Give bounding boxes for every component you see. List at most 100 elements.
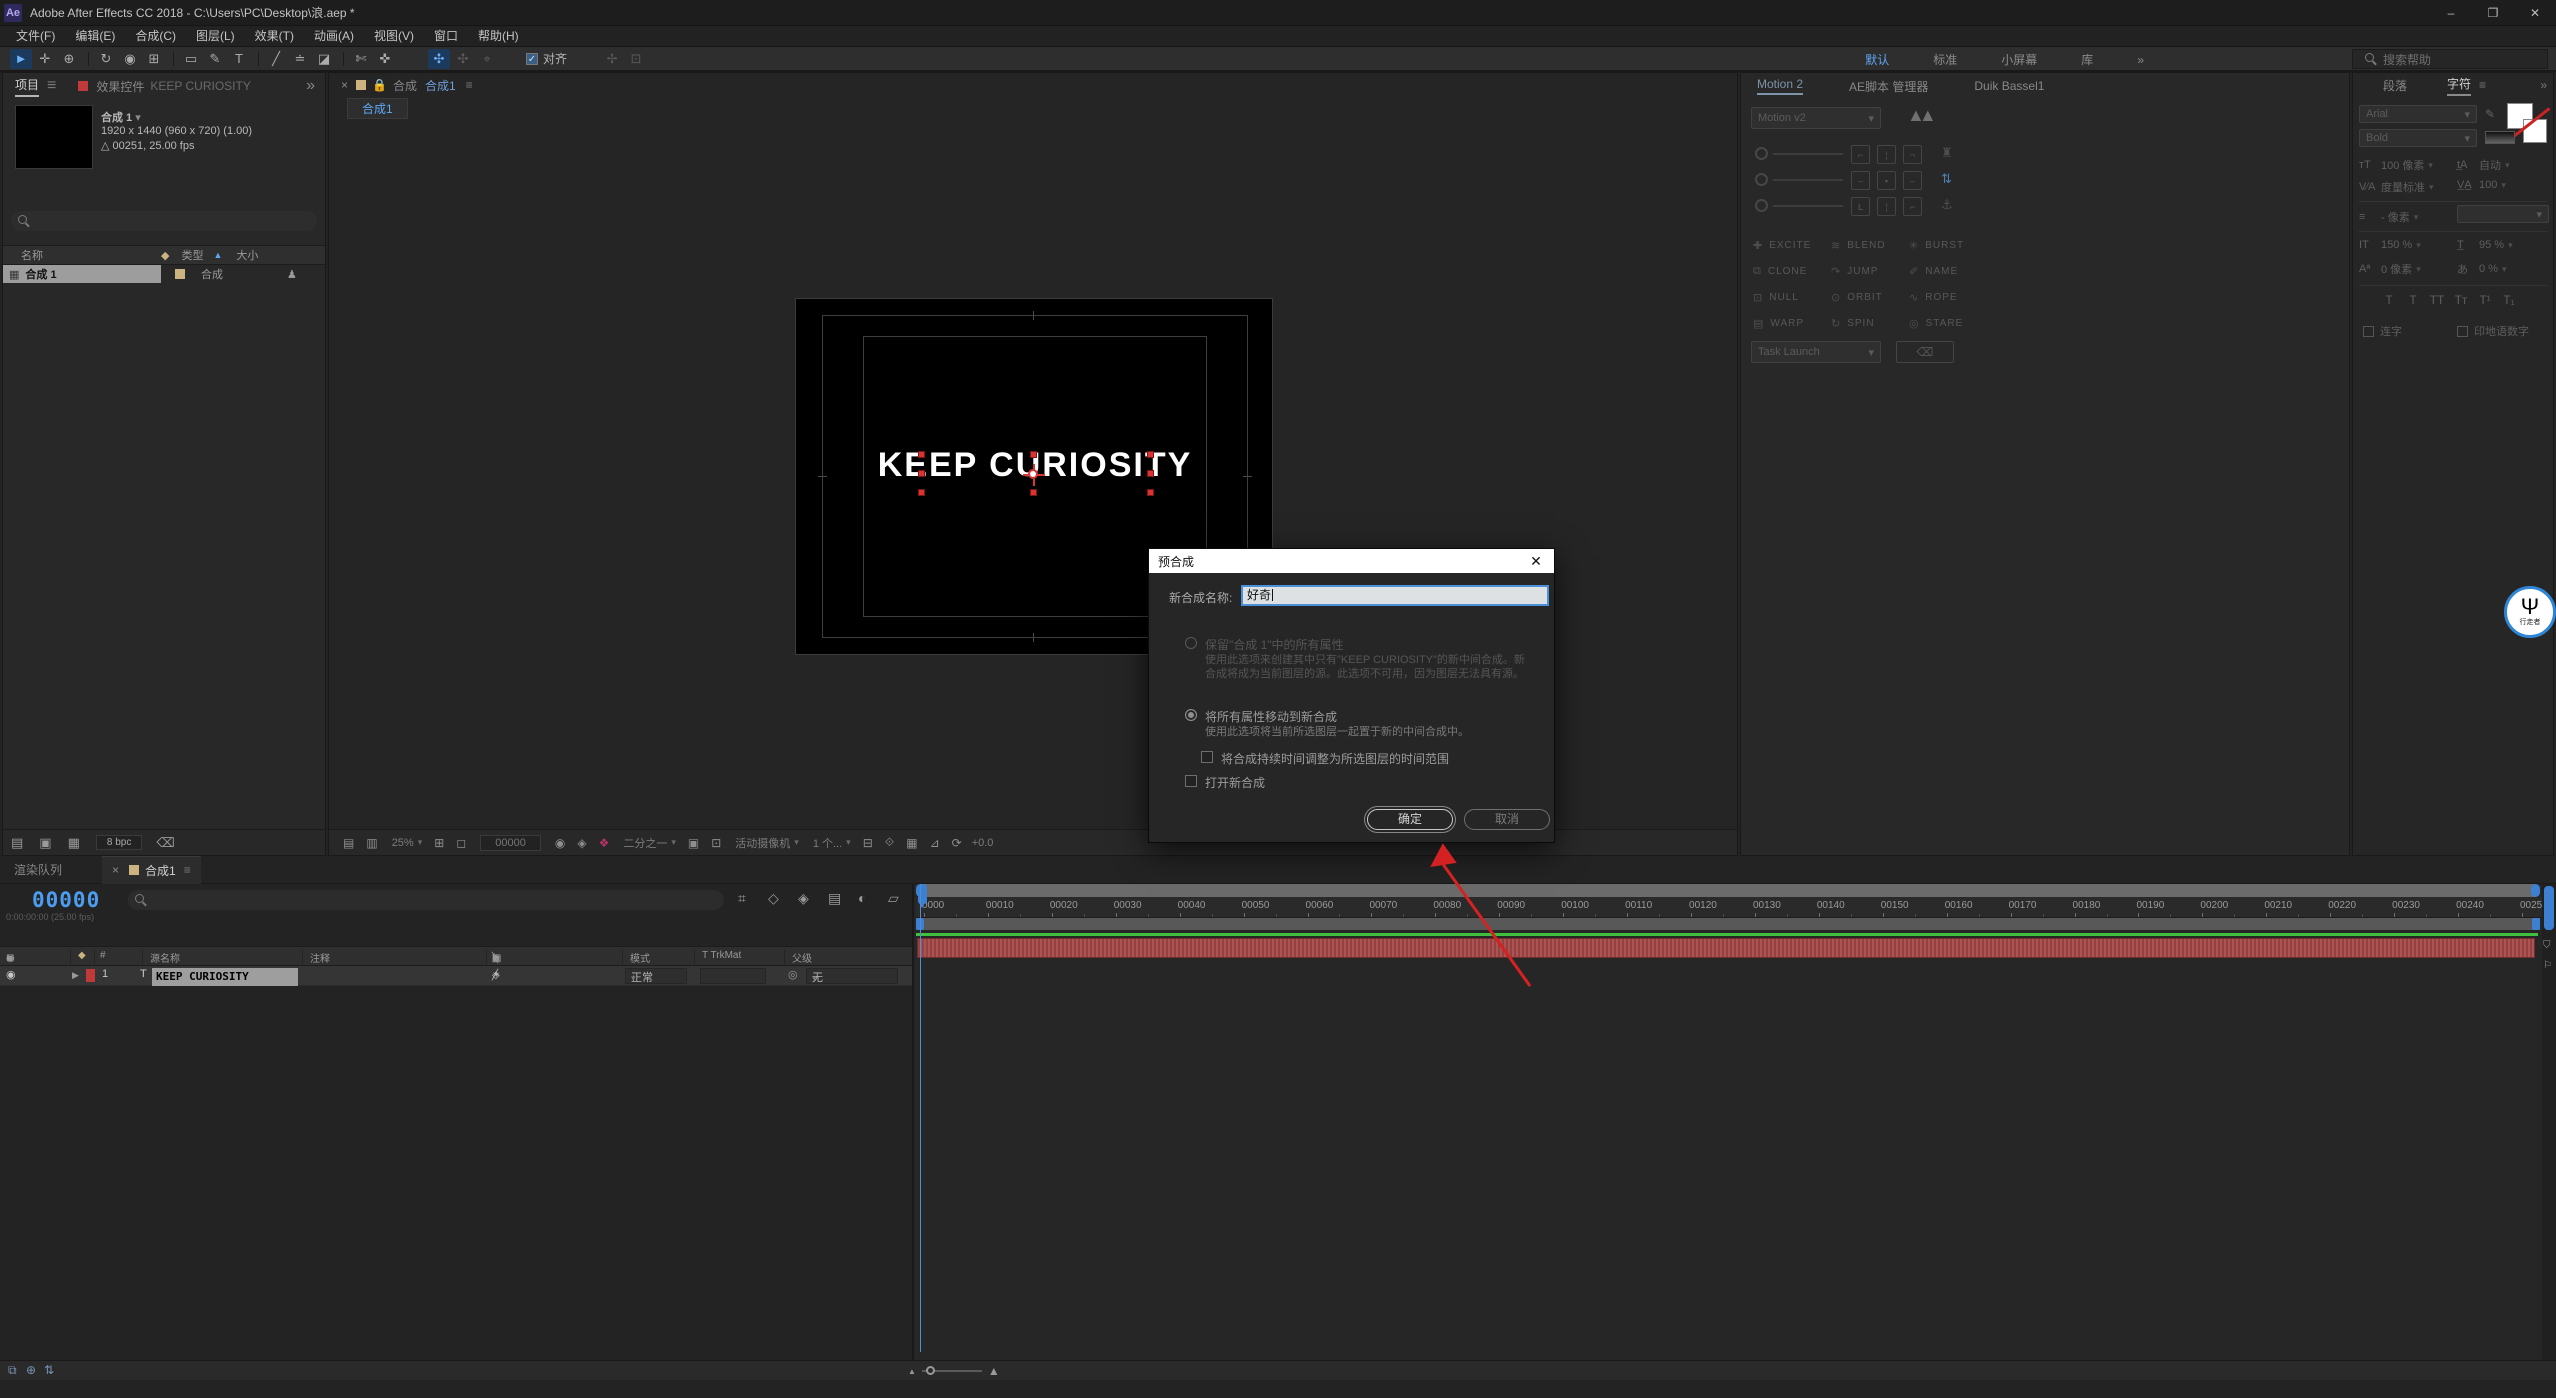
pan-behind-tool-icon[interactable]: ⊞ xyxy=(143,49,165,69)
stroke-over-fill-chip[interactable] xyxy=(2485,131,2515,144)
grid-guides-icon[interactable]: ⊞ xyxy=(434,836,444,850)
selection-tool-icon[interactable]: ► xyxy=(10,49,32,69)
radio-keep-attributes-label[interactable]: 保留"合成 1"中的所有属性 xyxy=(1205,636,1344,653)
open-new-comp-checkbox[interactable] xyxy=(1185,775,1197,787)
workspace-icon[interactable]: ⊡ xyxy=(625,49,647,69)
font-family-dropdown[interactable]: Arial▾ xyxy=(2359,105,2477,123)
show-snapshot-icon[interactable]: ◈ xyxy=(577,836,586,850)
breadcrumb-comp[interactable]: 合成1 xyxy=(347,98,408,119)
faux-style-1[interactable]: T xyxy=(2401,293,2425,307)
mask-visibility-icon[interactable]: ◻ xyxy=(456,836,466,850)
anchor-icon[interactable]: ⚓ xyxy=(1941,197,1953,213)
anchor-grid-cell-6[interactable]: L xyxy=(1851,197,1870,216)
cancel-button[interactable]: 取消 xyxy=(1464,809,1550,830)
expand-in-point-icon[interactable]: ⧉ xyxy=(8,1363,17,1378)
zoom-in-mountain-icon[interactable]: ▲ xyxy=(988,1364,1000,1378)
layer-duration-bar[interactable] xyxy=(917,938,2535,958)
comp-marker-icon[interactable]: ⚐ xyxy=(2543,960,2552,971)
panel-menu-icon[interactable]: ≡ xyxy=(466,78,473,92)
dialog-close-icon[interactable]: ✕ xyxy=(1527,553,1545,570)
magnification-icon[interactable]: ▥ xyxy=(366,836,377,850)
faux-style-0[interactable]: T xyxy=(2377,293,2401,307)
switch-column-icon-7[interactable]: △ xyxy=(492,953,500,964)
layer-name[interactable]: KEEP CURIOSITY xyxy=(152,968,298,986)
fast-previews-icon[interactable]: ⟐ xyxy=(885,835,894,850)
motion-button-rope[interactable]: ∿ROPE xyxy=(1909,289,1981,305)
column-mode[interactable]: 模式 xyxy=(630,950,650,965)
parent-dropdown[interactable]: 无 ▾ xyxy=(806,968,898,984)
zoom-slider-knob[interactable] xyxy=(926,1366,935,1375)
column-size[interactable]: 大小 xyxy=(236,247,258,263)
trkmat-dropdown[interactable] xyxy=(700,968,766,984)
axis-mode-view-icon[interactable]: ⌖ xyxy=(476,49,498,69)
motion-button-clone[interactable]: ⧉CLONE xyxy=(1753,263,1825,279)
tab-paragraph[interactable]: 段落 xyxy=(2383,77,2407,94)
task-launch-dropdown[interactable]: Task Launch▾ xyxy=(1751,341,1881,363)
draft-3d-icon[interactable]: ◇ xyxy=(768,890,779,907)
help-search-input[interactable]: 搜索帮助 xyxy=(2352,49,2548,69)
tab-duik-bassel1[interactable]: Duik Bassel1 xyxy=(1974,79,2044,93)
anchor-point-icon[interactable] xyxy=(1026,467,1042,483)
transparency-grid-icon[interactable]: ⊡ xyxy=(711,836,721,850)
project-item-row[interactable]: ▦合成 1 合成 ♟ xyxy=(3,265,325,283)
viewer-tab[interactable]: × 🔒 合成 合成1 ≡ xyxy=(329,73,1737,97)
tsume-control[interactable]: あ0 %▾ xyxy=(2457,261,2507,277)
tab-overflow-icon[interactable]: » xyxy=(306,77,315,95)
menu-item-6[interactable]: 视图(V) xyxy=(364,26,424,47)
radio-keep-attributes[interactable] xyxy=(1185,637,1197,649)
tab-render-queue[interactable]: 渲染队列 xyxy=(14,861,62,878)
timeline-zoom-control[interactable]: ▲ ▲ xyxy=(908,1362,1000,1380)
navigator-end-handle[interactable] xyxy=(2531,884,2540,897)
eyedropper-icon[interactable]: ✎ xyxy=(2485,107,2495,121)
always-preview-icon[interactable]: ▤ xyxy=(343,836,354,850)
minimize-button[interactable]: – xyxy=(2430,0,2472,26)
workspace-tab-3[interactable]: 库 xyxy=(2059,51,2115,68)
faux-style-2[interactable]: TT xyxy=(2425,293,2449,307)
close-button[interactable]: ✕ xyxy=(2514,0,2556,26)
anchor-grid-cell-0[interactable]: ⌐ xyxy=(1851,145,1870,164)
lock-icon[interactable]: ⊠ xyxy=(6,953,14,964)
faux-style-4[interactable]: T¹ xyxy=(2473,293,2497,307)
selection-handle[interactable] xyxy=(1030,489,1037,496)
dialog-title-bar[interactable]: 预合成 ✕ xyxy=(1149,549,1554,573)
label-color-swatch[interactable] xyxy=(175,269,185,279)
column-trkmat[interactable]: T TrkMat xyxy=(702,950,741,961)
horizontal-scale-control[interactable]: T̲95 %▾ xyxy=(2457,239,2513,251)
camera-dropdown[interactable]: 活动摄像机 xyxy=(735,835,790,851)
label-column-icon[interactable]: ◆ xyxy=(161,249,169,262)
timeline-button-icon[interactable]: ▦ xyxy=(906,836,917,850)
tab-close-icon[interactable]: × xyxy=(112,863,119,877)
current-frame-field[interactable]: 00000 xyxy=(480,835,541,851)
selection-handle[interactable] xyxy=(918,451,925,458)
current-time-field[interactable]: 00000 xyxy=(32,888,100,912)
label-column-icon[interactable]: ◆ xyxy=(78,950,86,961)
panel-menu-icon[interactable]: ≡ xyxy=(184,863,191,877)
tracking-control[interactable]: V̲A̲100▾ xyxy=(2457,179,2506,191)
new-composition-icon[interactable]: ▦ xyxy=(68,835,80,851)
ok-button[interactable]: 确定 xyxy=(1367,809,1453,830)
puppet-pin-tool-icon[interactable]: ✜ xyxy=(374,49,396,69)
composition-mini-flowchart-icon[interactable]: ⌗ xyxy=(738,890,746,907)
menu-item-2[interactable]: 合成(C) xyxy=(125,26,186,47)
pen-tool-icon[interactable]: ✎ xyxy=(204,49,226,69)
camera-tool-icon[interactable]: ◉ xyxy=(119,49,141,69)
column-source-name[interactable]: 源名称 xyxy=(150,950,180,965)
parent-pickwhip-icon[interactable]: ◎ xyxy=(788,968,798,981)
selection-handle[interactable] xyxy=(1147,470,1154,477)
menu-item-7[interactable]: 窗口 xyxy=(424,26,468,47)
selection-handle[interactable] xyxy=(1147,489,1154,496)
rectangle-tool-icon[interactable]: ▭ xyxy=(180,49,202,69)
baseline-shift-control[interactable]: Aª0 像素▾ xyxy=(2359,261,2421,277)
work-area-end-handle[interactable] xyxy=(2532,918,2540,930)
radio-move-attributes-label[interactable]: 将所有属性移动到新合成 xyxy=(1205,708,1337,725)
column-comment[interactable]: 注释 xyxy=(310,950,330,965)
work-area-bar[interactable] xyxy=(916,918,2540,930)
frame-blending-icon[interactable]: ▤ xyxy=(828,890,841,907)
hindi-digits-checkbox[interactable]: 印地语数字 xyxy=(2457,323,2529,339)
anchor-grid-cell-3[interactable]: – xyxy=(1851,171,1870,190)
selection-handle[interactable] xyxy=(918,470,925,477)
exposure-value[interactable]: +0.0 xyxy=(972,837,994,849)
ligatures-checkbox[interactable]: 连字 xyxy=(2363,323,2402,339)
motion-trash-button[interactable]: ⌫ xyxy=(1896,341,1954,363)
resolution-dropdown[interactable]: 二分之一 xyxy=(623,835,667,851)
